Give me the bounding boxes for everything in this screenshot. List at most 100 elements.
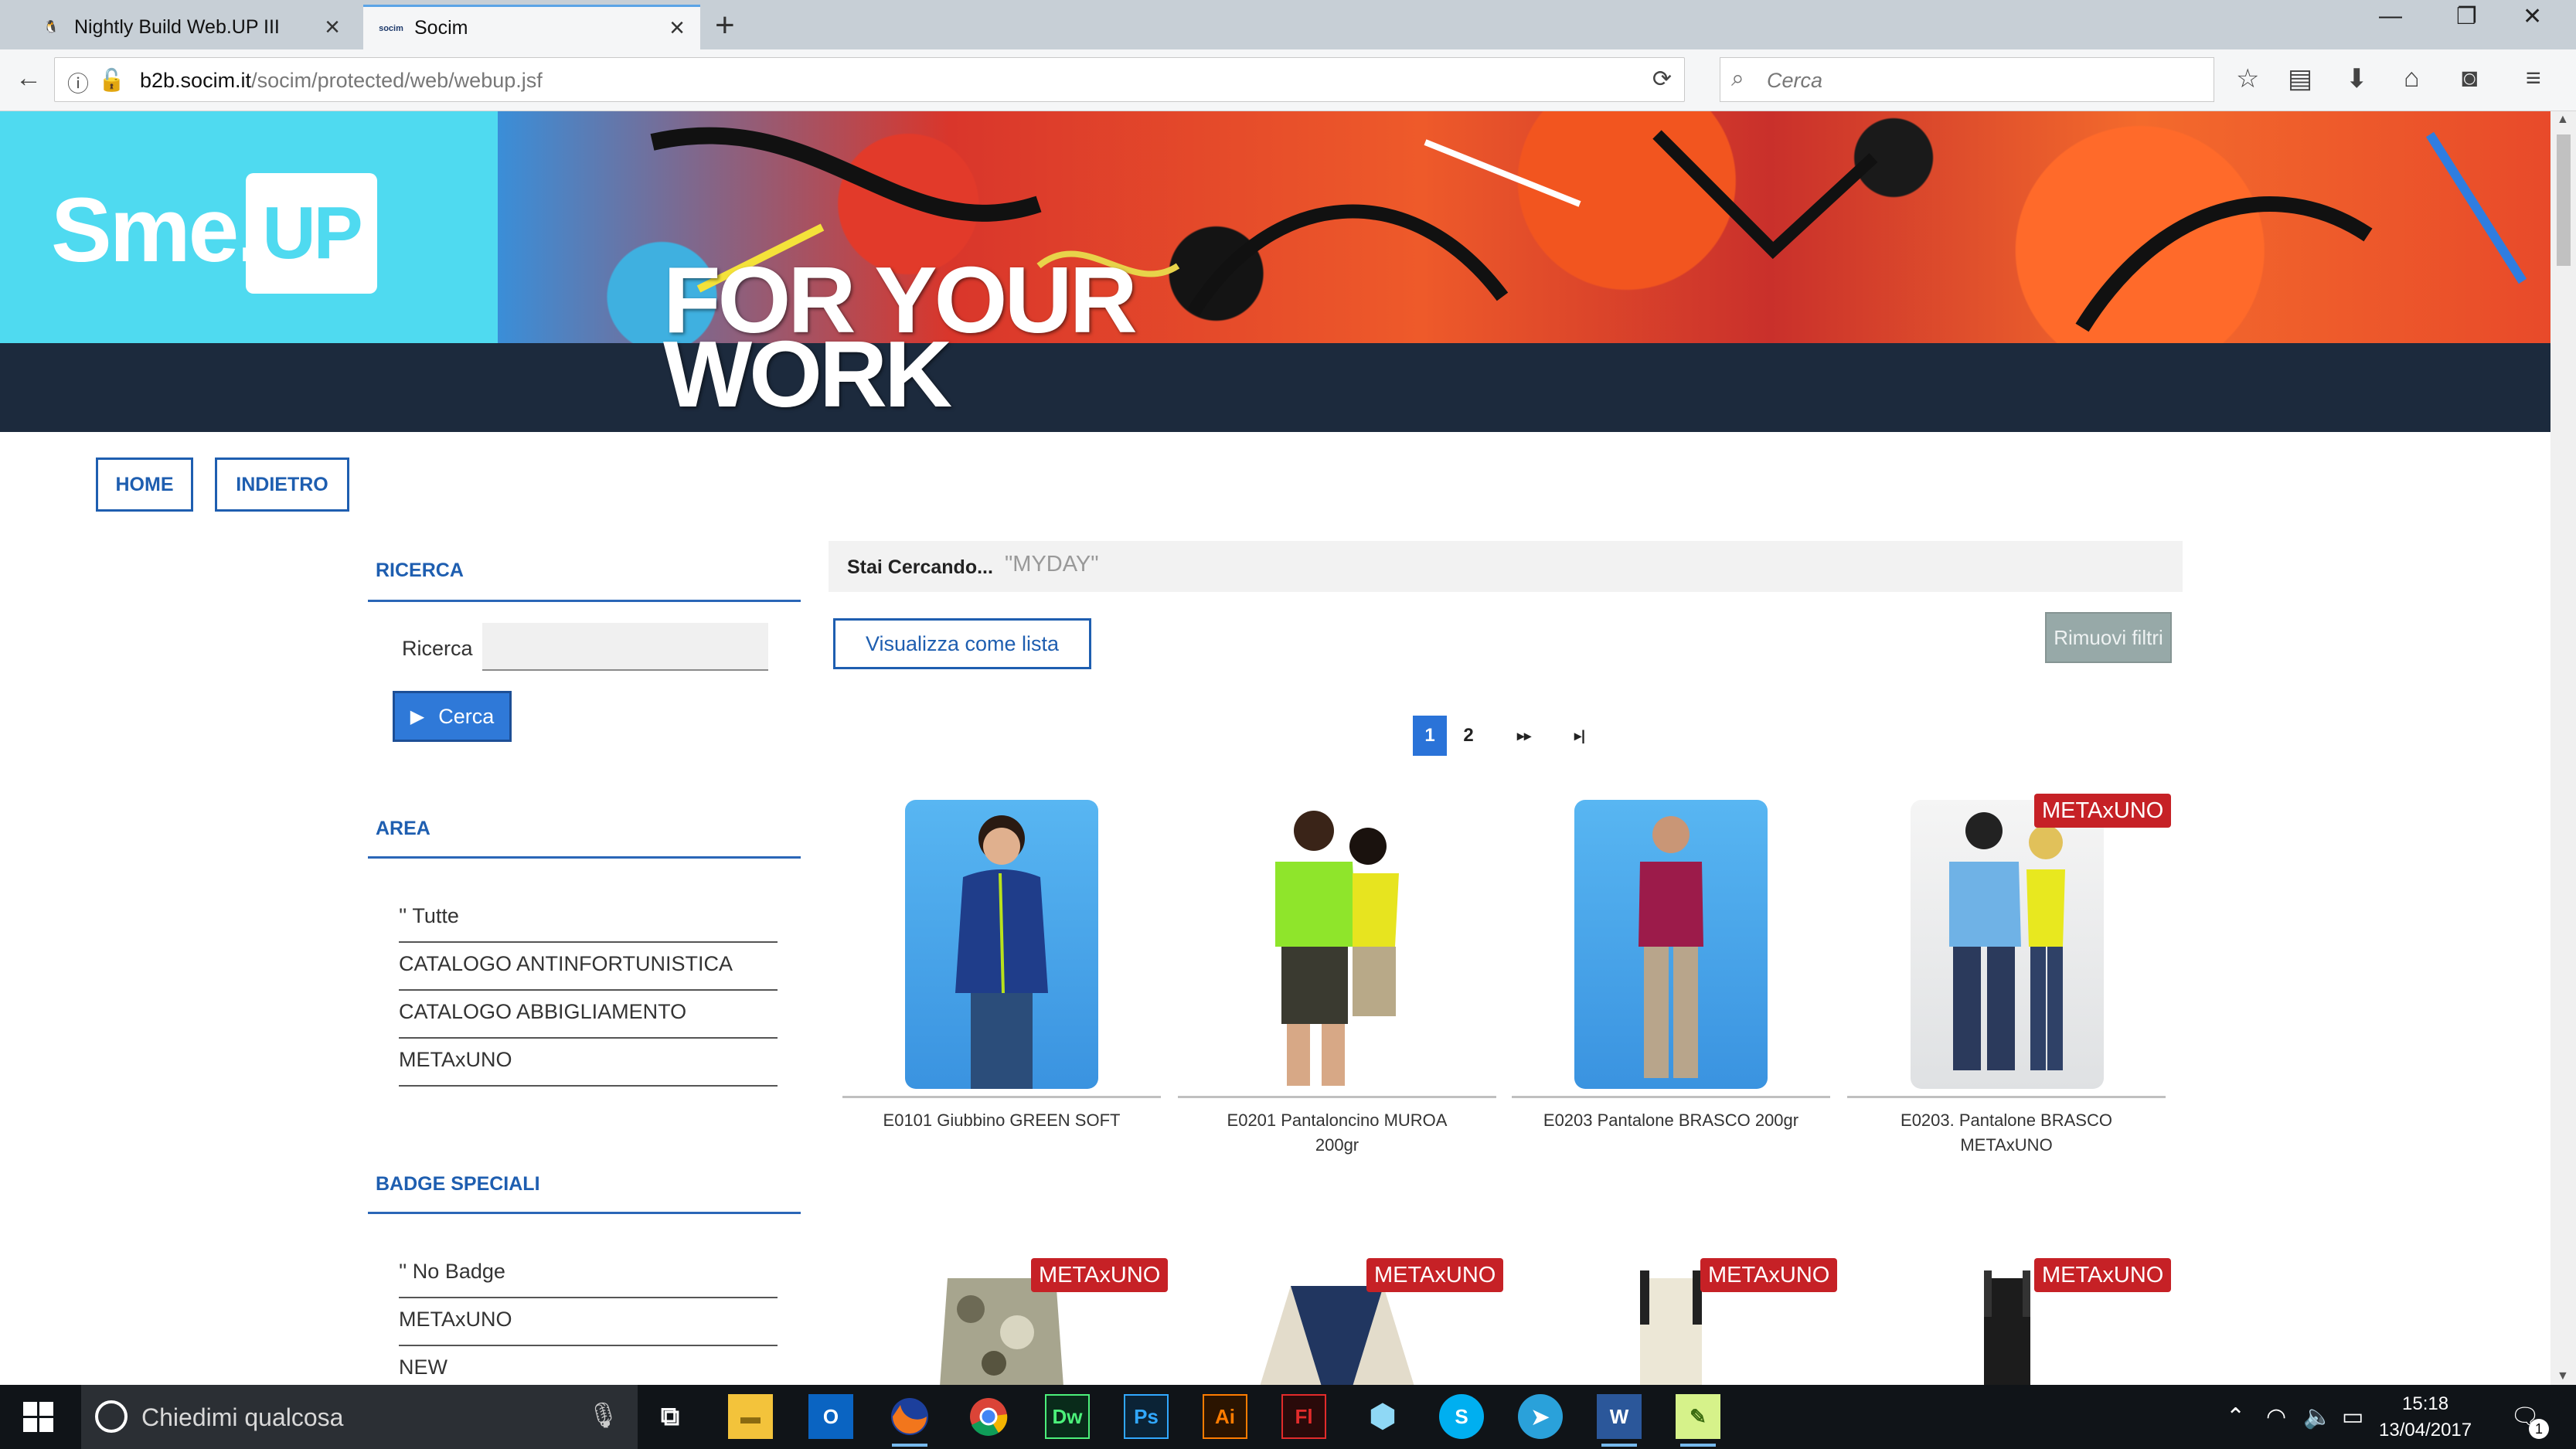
last-page-icon[interactable]: ▸| [1563, 716, 1597, 756]
cortana-search-box[interactable]: Chiedimi qualcosa 🎙 [81, 1385, 638, 1449]
search-button[interactable]: ▶ Cerca [393, 691, 512, 742]
address-bar[interactable]: ⓘ 🔓 b2b.socim.it/socim/protected/web/web… [54, 57, 1685, 102]
logo-area[interactable]: Sme. UP [0, 111, 498, 343]
dreamweaver-icon[interactable]: Dw [1045, 1394, 1090, 1439]
tab-label: Nightly Build Web.UP III [74, 15, 280, 38]
page-1-button[interactable]: 1 [1413, 716, 1447, 756]
product-title[interactable]: E0203. Pantalone BRASCO METAxUNO [1847, 1108, 2166, 1158]
person-tshirt-figure [1638, 816, 1703, 1078]
microphone-icon[interactable]: 🎙 [587, 1400, 619, 1430]
close-tab-icon[interactable]: × [669, 13, 685, 43]
flash-icon[interactable]: Fl [1281, 1394, 1326, 1439]
area-item-metaxuno[interactable]: METAxUNO [399, 1039, 778, 1087]
browser-tab-bar: 🐧 Nightly Build Web.UP III × socim Socim… [0, 0, 2576, 49]
area-item-antinfortunistica[interactable]: CATALOGO ANTINFORTUNISTICA [399, 943, 778, 991]
skype-icon[interactable]: S [1439, 1394, 1484, 1439]
metaxuno-badge: METAxUNO [1700, 1258, 1838, 1292]
browser-nav-bar: ← ⓘ 🔓 b2b.socim.it/socim/protected/web/w… [0, 49, 2576, 111]
badge-item-new[interactable]: NEW [399, 1346, 778, 1385]
scrollbar-thumb[interactable] [2557, 134, 2571, 266]
chrome-logo [970, 1398, 1008, 1436]
system-clock[interactable]: 15:18 13/04/2017 [2379, 1391, 2472, 1444]
search-placeholder: Cerca [1767, 69, 1823, 92]
battery-icon[interactable]: ▭ [2342, 1403, 2363, 1430]
clock-date: 13/04/2017 [2379, 1420, 2472, 1440]
divider [368, 1212, 801, 1214]
product-image-brasco[interactable] [1574, 800, 1768, 1089]
product-image-brasco-metaxuno[interactable] [1911, 800, 2104, 1089]
person-jacket-figure [955, 815, 1048, 1089]
clock-time: 15:18 [2402, 1393, 2449, 1414]
reload-icon[interactable]: ⟳ [1652, 66, 1672, 93]
download-icon[interactable]: ⬇ [2346, 63, 2368, 94]
home-icon[interactable]: ⌂ [2404, 63, 2420, 94]
3d-box-app-icon[interactable]: ⬢ [1360, 1394, 1405, 1439]
couple-jeans-figure [1949, 812, 2065, 1070]
badge-item-metaxuno[interactable]: METAxUNO [399, 1298, 778, 1346]
search-input[interactable] [482, 623, 768, 671]
outlook-icon[interactable]: O [808, 1394, 853, 1439]
badge-section-title: BADGE SPECIALI [376, 1173, 540, 1195]
notepad-plus-icon[interactable]: ✎ [1676, 1394, 1720, 1447]
insecure-lock-icon: 🔓 [98, 68, 125, 92]
windows-taskbar: Chiedimi qualcosa 🎙 ⧉ ▬ O Dw Ps Ai Fl ⬢ … [0, 1385, 2576, 1449]
card-divider [1847, 1096, 2166, 1098]
badge-item-none[interactable]: '' No Badge [399, 1250, 778, 1298]
bookmark-star-icon[interactable]: ☆ [2236, 63, 2259, 94]
product-image-giubbino[interactable] [905, 800, 1098, 1089]
searching-value: "MYDAY" [1005, 552, 1099, 577]
card-divider [1178, 1096, 1496, 1098]
page-2-button[interactable]: 2 [1451, 716, 1485, 756]
chrome-icon[interactable] [966, 1394, 1011, 1439]
area-item-abbigliamento[interactable]: CATALOGO ABBIGLIAMENTO [399, 991, 778, 1039]
product-title[interactable]: E0203 Pantalone BRASCO 200gr [1512, 1108, 1830, 1133]
file-explorer-icon[interactable]: ▬ [728, 1394, 773, 1439]
new-tab-button[interactable]: + [715, 6, 735, 45]
logo-box: UP [246, 173, 377, 294]
view-as-list-button[interactable]: Visualizza come lista [833, 618, 1091, 669]
next-page-icon[interactable]: ▸▸ [1507, 716, 1541, 756]
penguin-icon: 🐧 [43, 21, 59, 34]
task-view-icon[interactable]: ⧉ [648, 1394, 692, 1439]
telegram-icon[interactable]: ➤ [1518, 1394, 1563, 1439]
area-item-all[interactable]: '' Tutte [399, 895, 778, 943]
close-tab-icon[interactable]: × [325, 12, 340, 43]
word-icon[interactable]: W [1597, 1394, 1642, 1447]
restore-button[interactable]: ❐ [2456, 3, 2477, 30]
product-title[interactable]: E0101 Giubbino GREEN SOFT [842, 1108, 1161, 1133]
reader-list-icon[interactable]: ▤ [2288, 63, 2312, 94]
cortana-placeholder: Chiedimi qualcosa [141, 1403, 344, 1431]
product-title[interactable]: E0201 Pantaloncino MUROA 200gr [1178, 1108, 1496, 1158]
scroll-down-icon[interactable]: ▼ [2557, 1369, 2569, 1383]
pocket-icon[interactable]: ◙ [2462, 63, 2478, 94]
back-arrow-icon[interactable]: ← [15, 63, 42, 94]
page-scrollbar[interactable]: ▲ ▼ [2550, 111, 2576, 1385]
product-image-pantaloncino[interactable] [1240, 800, 1434, 1089]
web-page: Sme. UP FOR YOUR WORK HOME INDIETRO RICE… [0, 111, 2550, 1385]
firefox-icon[interactable] [887, 1394, 932, 1447]
info-icon[interactable]: ⓘ [67, 67, 89, 98]
scroll-up-icon[interactable]: ▲ [2557, 113, 2569, 127]
wifi-icon[interactable]: ◠ [2266, 1403, 2286, 1430]
cortana-circle-icon [95, 1400, 128, 1433]
url-text: b2b.socim.it/socim/protected/web/webup.j… [140, 69, 543, 92]
tab-nightly-build[interactable]: 🐧 Nightly Build Web.UP III × [23, 5, 356, 49]
search-label: Ricerca [402, 637, 473, 660]
tab-socim[interactable]: socim Socim × [363, 5, 700, 49]
windows-start-button[interactable] [23, 1402, 54, 1433]
search-icon: ⌕ [1731, 66, 1744, 91]
illustrator-icon[interactable]: Ai [1203, 1394, 1247, 1439]
home-button[interactable]: HOME [96, 457, 193, 512]
browser-search-box[interactable]: ⌕ Cerca [1720, 57, 2214, 102]
divider [368, 600, 801, 602]
remove-filters-button[interactable]: Rimuovi filtri [2045, 612, 2172, 663]
photoshop-icon[interactable]: Ps [1124, 1394, 1169, 1439]
metaxuno-badge: METAxUNO [2034, 794, 2172, 828]
show-hidden-icons[interactable]: ⌃ [2226, 1403, 2245, 1430]
volume-icon[interactable]: 🔈 [2303, 1403, 2332, 1430]
menu-icon[interactable]: ≡ [2526, 63, 2541, 94]
logo-text: Sme. [51, 179, 262, 281]
back-button[interactable]: INDIETRO [215, 457, 349, 512]
close-window-button[interactable]: ✕ [2523, 3, 2542, 30]
minimize-button[interactable]: — [2379, 3, 2402, 29]
